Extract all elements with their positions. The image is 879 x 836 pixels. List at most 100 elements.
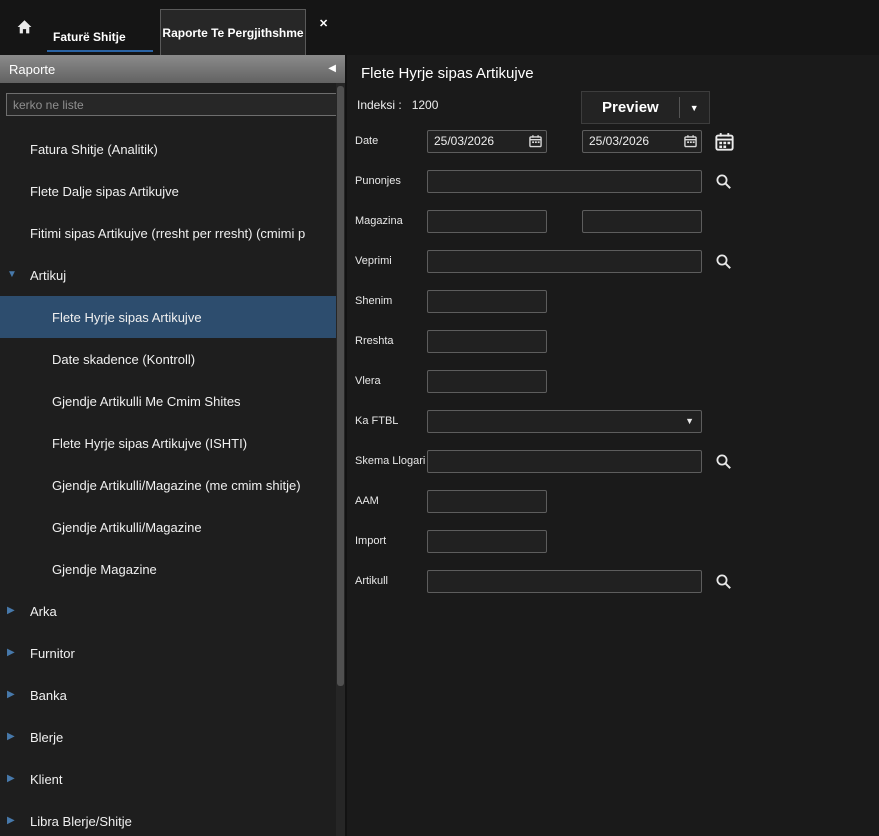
- tab-underline: [47, 50, 153, 52]
- field-label-vlera: Vlera: [349, 375, 427, 387]
- search-lookup-icon[interactable]: [715, 253, 732, 270]
- tree-item-gjendje-artikulli-me-cmim-shites[interactable]: Gjendje Artikulli Me Cmim Shites: [0, 380, 336, 422]
- sidebar-scrollbar[interactable]: [336, 83, 345, 836]
- tree-item-label: Libra Blerje/Shitje: [30, 814, 132, 829]
- collapsed-arrow-icon[interactable]: ▶: [7, 774, 23, 784]
- field-label-rreshta: Rreshta: [349, 335, 427, 347]
- magazina-input-1[interactable]: [427, 210, 547, 233]
- field-controls: [427, 250, 732, 273]
- tree-item-label: Flete Hyrje sipas Artikujve: [52, 310, 202, 325]
- tree-item-label: Flete Hyrje sipas Artikujve (ISHTI): [52, 436, 247, 451]
- tree-item-flete-dalje-sipas-artikujve[interactable]: Flete Dalje sipas Artikujve: [0, 170, 336, 212]
- magazina-input-2[interactable]: [582, 210, 702, 233]
- tab-fature-shitje[interactable]: Faturë Shitje ✕: [45, 0, 155, 55]
- preview-button[interactable]: Preview: [582, 92, 679, 123]
- report-tree: Fatura Shitje (Analitik) Flete Dalje sipa…: [0, 128, 336, 836]
- expanded-arrow-icon[interactable]: ▼: [7, 270, 23, 280]
- form-row-rreshta: Rreshta: [349, 321, 879, 361]
- skema-llogari-input[interactable]: [427, 450, 702, 473]
- search-lookup-icon[interactable]: [715, 573, 732, 590]
- form-row-skema-llogari: Skema Llogari: [349, 441, 879, 481]
- form-row-punonjes: Punonjes: [349, 161, 879, 201]
- tree-item-gjendje-artikulli-magazine[interactable]: Gjendje Artikulli/Magazine: [0, 506, 336, 548]
- tree-item-label: Fitimi sipas Artikujve (rresht per rresh…: [30, 226, 305, 241]
- tree-item-label: Klient: [30, 772, 63, 787]
- tree-item-libra-blerje-shitje[interactable]: ▶ Libra Blerje/Shitje: [0, 800, 336, 836]
- search-input[interactable]: [6, 93, 339, 116]
- tree-item-klient[interactable]: ▶ Klient: [0, 758, 336, 800]
- form-row-veprimi: Veprimi: [349, 241, 879, 281]
- tree-item-flete-hyrje-sipas-artikujve-ishti[interactable]: Flete Hyrje sipas Artikujve (ISHTI): [0, 422, 336, 464]
- field-label-artikull: Artikull: [349, 575, 427, 587]
- field-label-shenim: Shenim: [349, 295, 427, 307]
- search-lookup-icon[interactable]: [715, 173, 732, 190]
- sidebar-search: [6, 93, 339, 116]
- field-label-ka-ftbl: Ka FTBL: [349, 415, 427, 427]
- tree-item-label: Flete Dalje sipas Artikujve: [30, 184, 179, 199]
- aam-input[interactable]: [427, 490, 547, 513]
- indeksi-label: Indeksi :: [357, 98, 402, 112]
- vlera-input[interactable]: [427, 370, 547, 393]
- home-button[interactable]: [10, 16, 38, 42]
- import-input[interactable]: [427, 530, 547, 553]
- field-controls: [427, 490, 547, 513]
- collapse-panel-icon[interactable]: ◀: [328, 64, 336, 74]
- form-row-date: Date: [349, 121, 879, 161]
- preview-dropdown-arrow[interactable]: ▼: [680, 92, 709, 123]
- scrollbar-thumb[interactable]: [337, 86, 344, 686]
- collapsed-arrow-icon[interactable]: ▶: [7, 648, 23, 658]
- dropdown-arrow-icon[interactable]: ▼: [685, 417, 694, 426]
- tab-raporte-te-pergjithshme[interactable]: Raporte Te Pergjithshme: [160, 9, 306, 55]
- form-row-artikull: Artikull: [349, 561, 879, 601]
- indeksi-row: Indeksi : 1200: [357, 98, 438, 112]
- calendar-button[interactable]: [715, 132, 734, 151]
- punonjes-input[interactable]: [427, 170, 702, 193]
- close-tab-icon[interactable]: ✕: [319, 17, 328, 30]
- field-controls: [427, 370, 547, 393]
- tree-item-label: Gjendje Artikulli/Magazine (me cmim shit…: [52, 478, 301, 493]
- tree-item-furnitor[interactable]: ▶Furnitor: [0, 632, 336, 674]
- tree-item-fitimi-sipas-artikujve-rresht-per-rresht-cmimi-p[interactable]: Fitimi sipas Artikujve (rresht per rresh…: [0, 212, 336, 254]
- field-controls: [427, 530, 547, 553]
- field-controls: [427, 570, 732, 593]
- tab-bar: Faturë Shitje ✕ Raporte Te Pergjithshme …: [0, 0, 879, 55]
- veprimi-input[interactable]: [427, 250, 702, 273]
- tree-item-gjendje-magazine[interactable]: Gjendje Magazine: [0, 548, 336, 590]
- calendar-icon[interactable]: [684, 135, 697, 148]
- collapsed-arrow-icon[interactable]: ▶: [7, 690, 23, 700]
- field-label-magazina: Magazina: [349, 215, 427, 227]
- collapsed-arrow-icon[interactable]: ▶: [7, 606, 23, 616]
- ka-ftbl-dropdown[interactable]: ▼: [427, 410, 702, 433]
- tree-item-arka[interactable]: ▶Arka: [0, 590, 336, 632]
- tree-item-banka[interactable]: ▶Banka: [0, 674, 336, 716]
- rreshta-input[interactable]: [427, 330, 547, 353]
- field-controls: [427, 450, 732, 473]
- tree-item-fatura-shitje-analitik[interactable]: Fatura Shitje (Analitik): [0, 128, 336, 170]
- calendar-icon[interactable]: [529, 135, 542, 148]
- form-row-shenim: Shenim: [349, 281, 879, 321]
- collapsed-arrow-icon[interactable]: ▶: [7, 816, 23, 826]
- field-controls: [427, 170, 732, 193]
- search-lookup-icon[interactable]: [715, 453, 732, 470]
- field-label-skema-llogari: Skema Llogari: [349, 455, 427, 467]
- form-row-import: Import: [349, 521, 879, 561]
- tree-item-date-skadence-kontroll[interactable]: Date skadence (Kontroll): [0, 338, 336, 380]
- field-controls: [427, 130, 734, 153]
- tree-item-label: Date skadence (Kontroll): [52, 352, 195, 367]
- tree-item-label: Fatura Shitje (Analitik): [30, 142, 158, 157]
- tree-item-blerje[interactable]: ▶ Blerje: [0, 716, 336, 758]
- form-row-magazina: Magazina: [349, 201, 879, 241]
- reports-sidebar: Raporte ◀ Fatura Shitje (Analitik)Flete …: [0, 55, 347, 836]
- form-row-vlera: Vlera: [349, 361, 879, 401]
- tree-item-label: Blerje: [30, 730, 63, 745]
- field-controls: [427, 290, 547, 313]
- tree-item-artikuj[interactable]: ▼Artikuj: [0, 254, 336, 296]
- shenim-input[interactable]: [427, 290, 547, 313]
- tree-item-flete-hyrje-sipas-artikujve[interactable]: Flete Hyrje sipas Artikujve: [0, 296, 336, 338]
- tree-item-gjendje-artikulli-magazine-me-cmim-shitje[interactable]: Gjendje Artikulli/Magazine (me cmim shit…: [0, 464, 336, 506]
- tab-label: Faturë Shitje: [53, 30, 126, 44]
- artikull-input[interactable]: [427, 570, 702, 593]
- report-panel: Flete Hyrje sipas Artikujve Indeksi : 12…: [349, 55, 879, 836]
- form-row-aam: AAM: [349, 481, 879, 521]
- collapsed-arrow-icon[interactable]: ▶: [7, 732, 23, 742]
